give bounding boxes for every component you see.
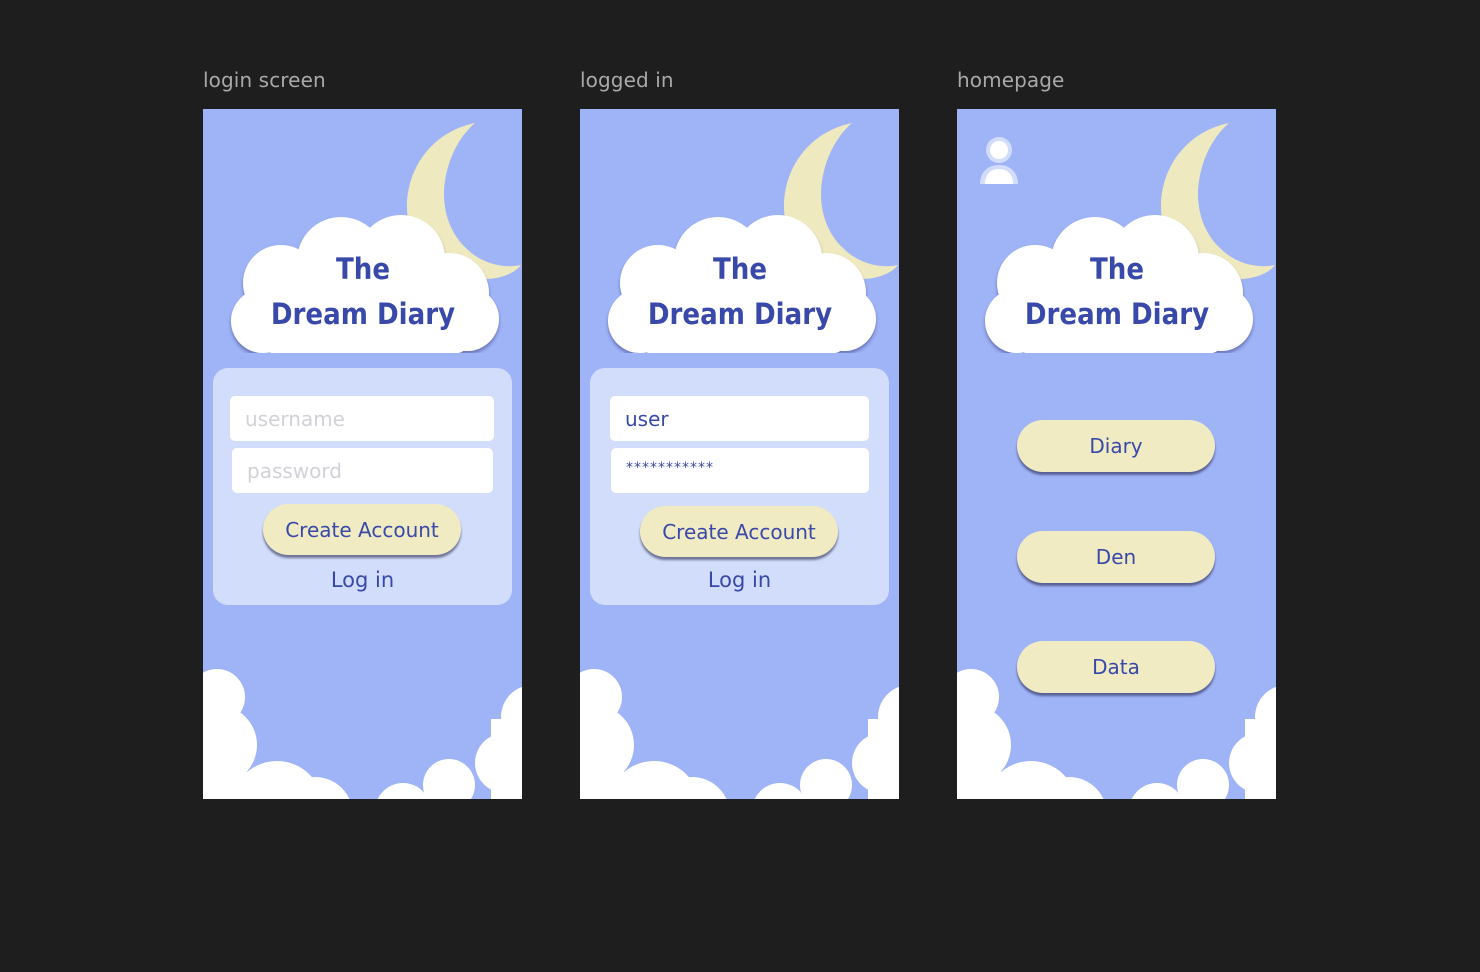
- frame-label-homepage: homepage: [957, 68, 1065, 92]
- frame-label-logged-in: logged in: [580, 68, 674, 92]
- nav-button-den[interactable]: Den: [1017, 531, 1215, 583]
- login-link[interactable]: Log in: [590, 568, 889, 592]
- bottom-clouds: [203, 669, 522, 799]
- app-title: The Dream Diary: [991, 247, 1243, 337]
- create-account-button[interactable]: Create Account: [640, 506, 838, 557]
- login-panel: *********** Create Account Log in: [590, 368, 889, 605]
- username-input[interactable]: [230, 396, 494, 441]
- app-title: The Dream Diary: [614, 247, 866, 337]
- nav-button-diary[interactable]: Diary: [1017, 420, 1215, 472]
- nav-button-data[interactable]: Data: [1017, 641, 1215, 693]
- username-input[interactable]: [610, 396, 869, 441]
- password-input[interactable]: ***********: [611, 448, 869, 493]
- login-panel: Create Account Log in: [213, 368, 512, 605]
- profile-icon[interactable]: [978, 136, 1020, 184]
- app-title-line1: The: [1089, 252, 1145, 286]
- bottom-clouds: [580, 669, 899, 799]
- login-link[interactable]: Log in: [213, 568, 512, 592]
- create-account-button[interactable]: Create Account: [263, 504, 461, 555]
- app-title-line2: Dream Diary: [270, 297, 456, 331]
- frame-label-login-screen: login screen: [203, 68, 326, 92]
- app-title-line2: Dream Diary: [647, 297, 833, 331]
- app-title-line1: The: [712, 252, 768, 286]
- app-title: The Dream Diary: [237, 247, 489, 337]
- app-title-line2: Dream Diary: [1024, 297, 1210, 331]
- logged-in-frame: The Dream Diary *********** Create Accou…: [580, 109, 899, 799]
- app-title-line1: The: [335, 252, 391, 286]
- password-input[interactable]: [232, 448, 493, 493]
- login-screen-frame: The Dream Diary Create Account Log in: [203, 109, 522, 799]
- homepage-frame: The Dream Diary Diary Den Data: [957, 109, 1276, 799]
